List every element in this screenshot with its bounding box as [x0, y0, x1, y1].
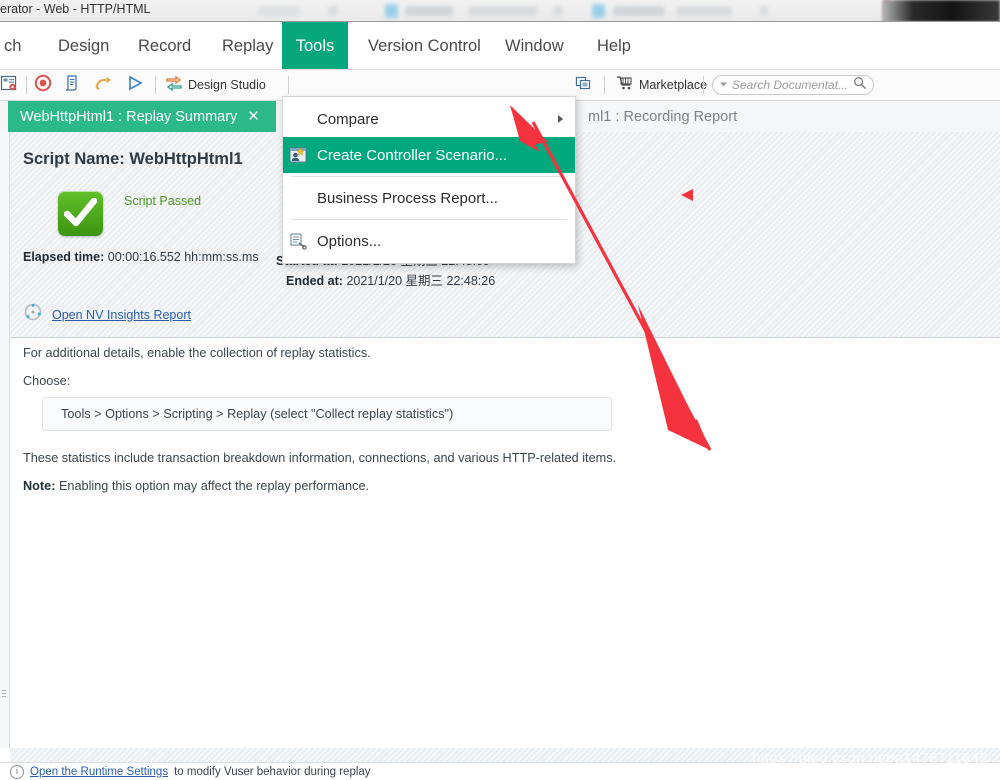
blurred-dark-region — [882, 0, 1000, 22]
replay-loop-icon — [94, 74, 114, 97]
blurred-tab-5 — [553, 6, 563, 16]
tools-dropdown-menu: Compare Create Controller Scenario... Bu… — [282, 96, 576, 264]
options-path-box: Tools > Options > Scripting > Replay (se… — [42, 397, 612, 431]
submenu-arrow-icon — [558, 115, 563, 123]
toolbar-separator-5 — [703, 76, 704, 94]
design-studio-button[interactable]: Design Studio — [165, 74, 266, 96]
search-icon[interactable] — [853, 76, 867, 95]
choose-label: Choose: — [23, 374, 70, 388]
controller-scenario-icon — [289, 146, 307, 164]
window-title: erator - Web - HTTP/HTML — [0, 2, 150, 16]
open-nv-insights-report-link[interactable]: Open NV Insights Report — [52, 308, 191, 322]
note-text: Enabling this option may affect the repl… — [59, 479, 369, 493]
search-documentation-box[interactable]: Search Documentat... — [712, 75, 874, 95]
open-runtime-settings-link[interactable]: Open the Runtime Settings — [30, 766, 168, 778]
nv-insights-icon — [23, 302, 43, 327]
run-icon — [125, 74, 145, 97]
nv-insights-row[interactable]: Open NV Insights Report — [23, 302, 191, 327]
menu-item-compare-label: Compare — [317, 111, 379, 128]
snapshot-icon — [574, 74, 592, 97]
cart-icon — [616, 75, 634, 96]
menu-item-help[interactable]: Help — [581, 22, 647, 70]
script-passed-label: Script Passed — [124, 194, 201, 208]
blurred-tab-1 — [258, 6, 300, 16]
menu-item-business-process-report[interactable]: Business Process Report... — [283, 180, 575, 216]
design-studio-label: Design Studio — [188, 78, 266, 92]
marketplace-label: Marketplace — [639, 78, 707, 92]
record-button[interactable] — [34, 74, 52, 96]
toolbar-separator-1 — [26, 76, 27, 94]
elapsed-time-value: 00:00:16.552 hh:mm:ss.ms — [108, 250, 259, 264]
snapshot-button[interactable] — [574, 74, 592, 96]
info-icon: i — [10, 765, 24, 779]
toolbar-separator-4 — [604, 76, 605, 94]
solution-explorer-icon — [0, 74, 18, 97]
replay-loop-button[interactable] — [94, 74, 114, 96]
loadrunner-vugen-window: erator - Web - HTTP/HTML ch Design Recor… — [0, 0, 1000, 780]
menu-item-create-controller-scenario-label: Create Controller Scenario... — [317, 147, 507, 164]
blurred-tab-7 — [676, 6, 732, 16]
statistics-description-text: These statistics include transaction bre… — [23, 451, 616, 465]
script-passed-badge — [58, 191, 103, 236]
marketplace-button[interactable]: Marketplace — [616, 74, 707, 96]
tab-replay-summary[interactable]: WebHttpHtml1 : Replay Summary ✕ — [8, 101, 276, 132]
menu-separator-2 — [291, 219, 567, 220]
report-body-text: For additional details, enable the colle… — [10, 338, 1000, 748]
menu-item-version-control[interactable]: Version Control — [352, 22, 497, 70]
blurred-tab-4 — [468, 6, 538, 16]
solution-explorer-button[interactable] — [0, 74, 18, 96]
menu-item-business-process-report-label: Business Process Report... — [317, 190, 498, 207]
toolbar-separator-3 — [288, 76, 289, 94]
status-bar-content: i Open the Runtime Settings to modify Vu… — [10, 765, 371, 779]
blurred-tab-8 — [760, 6, 768, 16]
search-input[interactable]: Search Documentat... — [732, 78, 849, 92]
blurred-tab-2 — [328, 6, 338, 16]
menu-item-options[interactable]: Options... — [283, 223, 575, 259]
menu-item-search[interactable]: ch — [0, 22, 37, 70]
toolbar-separator-2 — [155, 76, 156, 94]
blurred-tab-3 — [405, 6, 453, 16]
tab-replay-summary-label: WebHttpHtml1 : Replay Summary — [20, 109, 237, 125]
note-label: Note: — [23, 479, 55, 493]
browser-chrome-strip: erator - Web - HTTP/HTML — [0, 0, 1000, 22]
tab-recording-report-label: ml1 : Recording Report — [588, 109, 737, 125]
run-button[interactable] — [125, 74, 145, 96]
tab-close-icon[interactable]: ✕ — [247, 109, 260, 124]
splitter-grip-handle[interactable] — [2, 690, 6, 699]
script-icon — [64, 74, 82, 97]
menu-item-tools[interactable]: Tools — [282, 22, 348, 70]
blurred-tab-icon-2 — [592, 4, 605, 18]
watermark-text: https://blog.csdn.net/a1476711643 — [752, 750, 988, 767]
ended-at-value: 2021/1/20 星期三 22:48:26 — [346, 274, 495, 288]
tab-recording-report[interactable]: ml1 : Recording Report — [576, 101, 776, 132]
ended-at-label: Ended at: — [286, 274, 343, 288]
elapsed-time-label: Elapsed time: — [23, 250, 104, 264]
blurred-tab-6 — [613, 6, 665, 16]
menu-item-options-label: Options... — [317, 233, 381, 250]
menu-item-replay[interactable]: Replay — [206, 22, 289, 70]
menu-item-design[interactable]: Design — [42, 22, 125, 70]
script-name-heading: Script Name: WebHttpHtml1 — [23, 150, 243, 169]
left-splitter-rail[interactable] — [0, 132, 10, 748]
menu-item-compare[interactable]: Compare — [283, 101, 575, 137]
menu-separator-1 — [291, 176, 567, 177]
options-icon — [289, 232, 307, 250]
main-menu-bar: ch Design Record Replay Tools Version Co… — [0, 22, 1000, 70]
note-row: Note: Enabling this option may affect th… — [23, 479, 369, 493]
ended-at-row: Ended at: 2021/1/20 星期三 22:48:26 — [286, 270, 495, 289]
status-bar-text: to modify Vuser behavior during replay — [174, 766, 370, 778]
menu-item-record[interactable]: Record — [122, 22, 207, 70]
options-path-text: Tools > Options > Scripting > Replay (se… — [61, 407, 453, 421]
script-button[interactable] — [64, 74, 82, 96]
menu-item-create-controller-scenario[interactable]: Create Controller Scenario... — [283, 137, 575, 173]
design-studio-icon — [165, 75, 183, 96]
elapsed-time-row: Elapsed time: 00:00:16.552 hh:mm:ss.ms — [23, 250, 259, 264]
additional-details-text: For additional details, enable the colle… — [23, 346, 371, 360]
blurred-tab-icon-1 — [385, 4, 398, 18]
menu-item-window[interactable]: Window — [489, 22, 580, 70]
chevron-down-icon[interactable] — [719, 76, 728, 94]
record-icon — [34, 74, 52, 97]
